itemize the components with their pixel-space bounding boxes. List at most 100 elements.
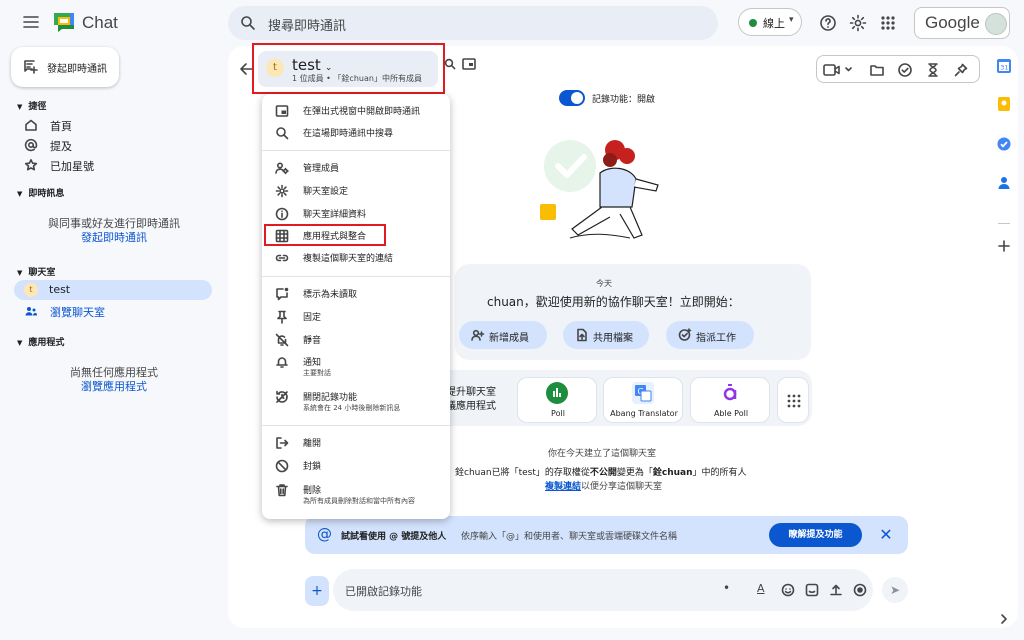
access-from: 不公開 (589, 468, 617, 478)
folder-icon[interactable] (869, 62, 885, 78)
popout-icon[interactable] (462, 58, 476, 70)
share-file-button[interactable]: 共用檔案 (563, 321, 649, 349)
settings-gear-icon (275, 184, 289, 198)
account-switcher[interactable]: Google (914, 7, 1010, 39)
translator-app-icon: G (632, 382, 654, 404)
upload-icon[interactable] (829, 583, 843, 597)
app-tile-abang-translator[interactable]: G Abang Translator (603, 377, 683, 423)
tasks-check-icon[interactable] (897, 62, 913, 78)
menu-item-label: 固定 (303, 313, 322, 323)
history-toggle[interactable] (559, 90, 585, 106)
menu-item-pin[interactable]: 固定 (262, 307, 450, 327)
sidebar-item-home[interactable]: 首頁 (24, 118, 204, 134)
add-task-icon (678, 328, 692, 341)
more-apps-button[interactable] (777, 377, 809, 423)
search-input[interactable]: 搜尋即時通訊 (268, 15, 346, 34)
home-icon (25, 119, 37, 131)
sidebar-item-test-space[interactable]: t test (14, 280, 212, 300)
hourglass-icon[interactable] (925, 62, 941, 78)
app-name: Chat (82, 13, 118, 32)
close-icon[interactable]: ✕ (876, 525, 896, 545)
file-upload-icon (577, 328, 587, 342)
menu-item-manage-members[interactable]: 管理成員 (262, 158, 450, 178)
new-chat-button[interactable]: 發起即時通訊 (11, 47, 119, 87)
emoji-icon[interactable] (781, 583, 795, 597)
menu-item-notifications[interactable]: 通知 主要對話 (262, 352, 450, 380)
settings-gear-icon[interactable] (848, 13, 868, 33)
contacts-icon[interactable] (992, 175, 1016, 195)
menu-item-open-popup[interactable]: 在彈出式視窗中開啟即時通訊 (262, 101, 450, 121)
dm-header[interactable]: ▼ 即時訊息 (17, 186, 64, 199)
access-msg-part: 變更為「 (616, 468, 653, 478)
sidebar-item-mentions[interactable]: 提及 (24, 138, 204, 154)
status-selector[interactable]: 線上 ▾ (738, 8, 802, 36)
record-video-icon[interactable] (853, 583, 867, 597)
more-apps-grid-icon (787, 394, 801, 408)
menu-item-delete[interactable]: 刪除 為所有成員刪除對話和當中所有內容 (262, 480, 450, 510)
pin-icon (277, 310, 287, 324)
history-off-icon (276, 390, 288, 403)
menu-item-space-settings[interactable]: 聊天室設定 (262, 181, 450, 201)
menu-item-mark-unread[interactable]: 標示為未讀取 (262, 284, 450, 304)
help-icon[interactable] (818, 13, 838, 33)
search-bar[interactable]: 搜尋即時通訊 (228, 6, 718, 40)
collapse-triangle-icon: ▼ (17, 103, 23, 111)
menu-item-label: 聊天室詳細資料 (303, 210, 367, 220)
shortcuts-header[interactable]: ▼ 捷徑 (17, 99, 46, 112)
add-attachment-button[interactable]: + (305, 576, 329, 606)
menu-item-label: 刪除 (303, 486, 322, 496)
avatar[interactable] (985, 13, 1007, 35)
gif-sticker-icon[interactable] (805, 583, 819, 597)
apps-suggestion-line2: 議應用程式 (446, 401, 496, 412)
collapse-triangle-icon: ▼ (17, 339, 23, 347)
copy-link[interactable]: 複製連結 (545, 482, 581, 492)
mark-unread-icon (276, 287, 289, 301)
assign-tasks-button[interactable]: 指派工作 (666, 321, 754, 349)
app-tile-able-poll[interactable]: Able Poll (690, 377, 770, 423)
menu-item-block[interactable]: 封鎖 (262, 456, 450, 476)
menu-item-leave[interactable]: 離開 (262, 433, 450, 453)
message-composer[interactable]: 已開啟記錄功能 • A (333, 569, 873, 611)
message-input[interactable]: 已開啟記錄功能 (345, 583, 422, 599)
learn-mentions-button[interactable]: 瞭解提及功能 (769, 523, 862, 547)
calendar-icon[interactable]: 31 (992, 58, 1016, 78)
browse-apps-link[interactable]: 瀏覽應用程式 (19, 378, 209, 394)
add-members-button[interactable]: 新增成員 (459, 321, 547, 349)
menu-divider (262, 276, 450, 277)
tasks-icon[interactable] (992, 136, 1016, 156)
at-sign-icon: @ (317, 525, 332, 543)
menu-item-turn-off-history[interactable]: 關閉記錄功能 系統會在 24 小時後刪除新訊息 (262, 387, 450, 415)
apps-grid-icon[interactable] (878, 13, 898, 33)
keep-icon[interactable] (992, 96, 1016, 116)
start-chat-link[interactable]: 發起即時通訊 (19, 229, 209, 245)
search-icon (241, 16, 255, 30)
button-label: 指派工作 (696, 333, 736, 344)
search-icon[interactable] (444, 58, 456, 70)
sidebar-item-browse-spaces[interactable]: 瀏覽聊天室 (24, 304, 204, 320)
format-text-icon[interactable]: A (757, 582, 765, 595)
add-addon-icon[interactable] (992, 238, 1016, 258)
link-icon (275, 254, 289, 262)
apps-header-label: 應用程式 (28, 338, 65, 348)
main-menu-icon[interactable] (22, 13, 40, 31)
send-button[interactable]: ➤ (882, 577, 908, 603)
app-tile-label: Able Poll (713, 409, 749, 418)
sidebar-item-starred[interactable]: 已加星號 (24, 158, 204, 174)
browse-spaces-icon (25, 307, 37, 316)
spaces-header[interactable]: ▼ 聊天室 (17, 265, 55, 278)
apps-header[interactable]: ▼ 應用程式 (17, 335, 64, 348)
google-brand: Google (925, 13, 980, 32)
tip-description: 依序輸入「@」和使用者、聊天室或雲端硬碟文件名稱 (461, 532, 678, 542)
pin-icon[interactable] (953, 62, 969, 78)
chevron-right-icon[interactable] (992, 611, 1016, 631)
welcome-illustration (530, 128, 670, 258)
video-call-button[interactable] (823, 62, 853, 78)
menu-item-space-details[interactable]: 聊天室詳細資料 (262, 204, 450, 224)
menu-item-copy-link[interactable]: 複製這個聊天室的連結 (262, 248, 450, 268)
collapse-triangle-icon: ▼ (17, 269, 23, 277)
menu-divider (262, 425, 450, 426)
menu-item-mute[interactable]: 靜音 (262, 330, 450, 350)
menu-item-search-in-chat[interactable]: 在這場即時通訊中搜尋 (262, 123, 450, 143)
add-person-icon (471, 329, 485, 341)
app-tile-poll[interactable]: Poll (517, 377, 597, 423)
